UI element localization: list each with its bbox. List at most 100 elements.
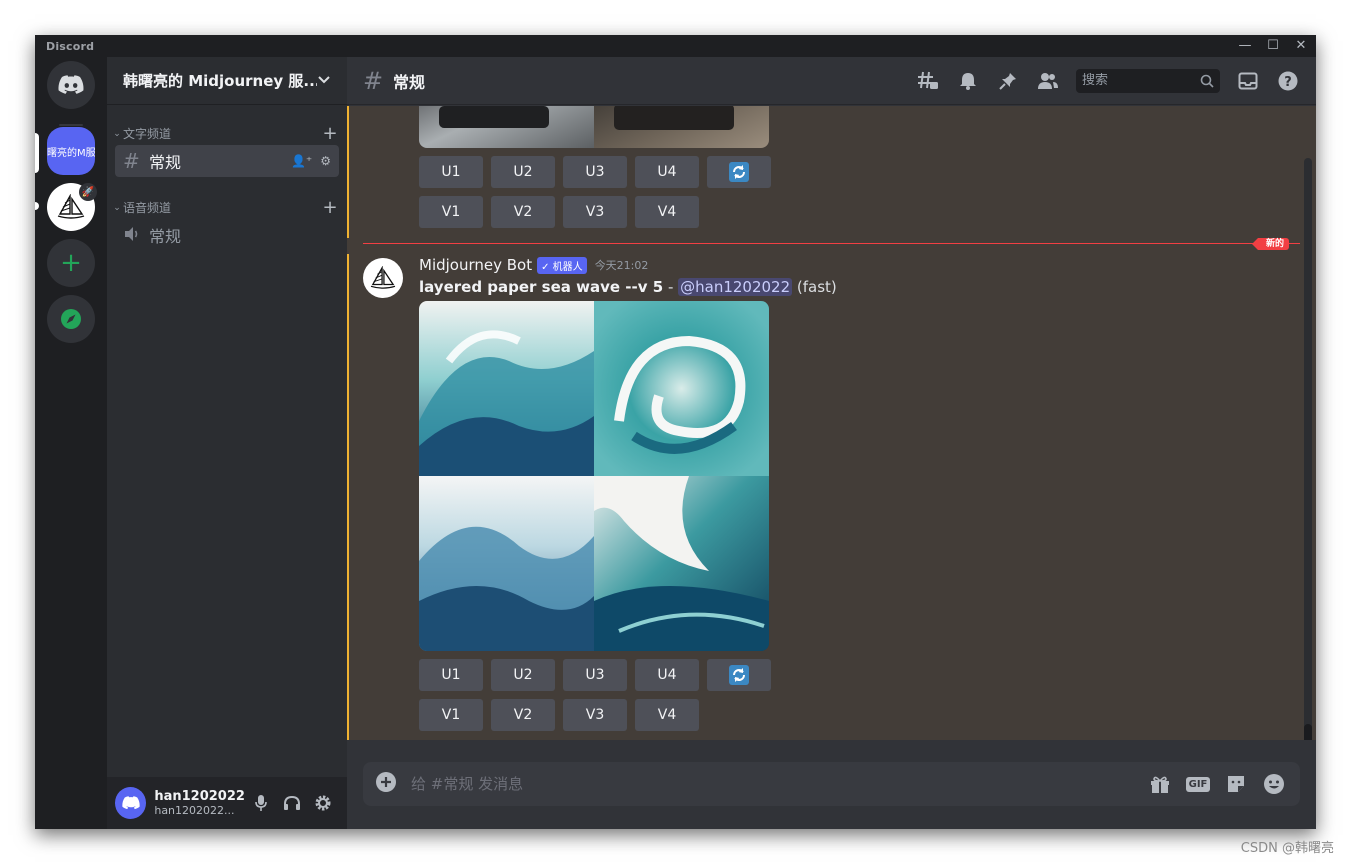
sticker-icon[interactable] bbox=[1222, 770, 1250, 798]
discord-logo-icon bbox=[58, 75, 84, 94]
upscale-button-1[interactable]: U1 bbox=[419, 156, 483, 188]
bell-icon[interactable] bbox=[956, 69, 980, 93]
explore-button[interactable] bbox=[47, 295, 95, 343]
chevron-down-icon bbox=[317, 74, 331, 88]
message-content: layered paper sea wave --v 5 - @han12020… bbox=[419, 278, 837, 296]
message-composer: GIF bbox=[363, 762, 1300, 806]
channel-voice-general[interactable]: 常规 bbox=[115, 219, 339, 251]
variation-button-4[interactable]: V4 bbox=[635, 196, 699, 228]
user-info[interactable]: han1202022 han1202022... bbox=[154, 789, 245, 817]
message-timestamp: 今天21:02 bbox=[594, 259, 649, 272]
upscale-button-1[interactable]: U1 bbox=[419, 659, 483, 691]
home-button[interactable] bbox=[47, 61, 95, 109]
avatar[interactable] bbox=[115, 787, 147, 819]
refresh-icon bbox=[729, 665, 749, 685]
scroll-track[interactable] bbox=[1304, 158, 1312, 740]
add-channel-icon[interactable]: + bbox=[321, 123, 339, 144]
user-mention[interactable]: @han1202022 bbox=[678, 278, 793, 296]
app-title: Discord bbox=[46, 40, 95, 53]
message-author[interactable]: Midjourney Bot bbox=[419, 256, 532, 274]
compass-icon bbox=[61, 309, 81, 329]
channel-label: 常规 bbox=[149, 227, 182, 246]
rail-separator bbox=[59, 124, 83, 126]
message-list: U1 U2 U3 U4 V1 V2 V3 V4 新的 Midjourney Bo… bbox=[347, 106, 1316, 740]
guild-header[interactable]: 韩曙亮的 Midjourney 服... bbox=[107, 57, 347, 105]
close-button[interactable]: ✕ bbox=[1288, 37, 1314, 55]
invite-member-icon[interactable]: 👤⁺ bbox=[291, 154, 312, 168]
watermark: CSDN @韩曙亮 bbox=[1240, 841, 1334, 856]
members-icon[interactable] bbox=[1036, 69, 1060, 93]
username: han1202022 bbox=[154, 789, 245, 804]
previous-image-grid[interactable] bbox=[419, 106, 769, 148]
category-voice[interactable]: ⌄ 语音频道 + bbox=[111, 197, 339, 218]
hash-icon: # bbox=[123, 149, 140, 173]
server-hanshuliang[interactable]: 曙亮的M服务 bbox=[47, 127, 95, 175]
gif-label: GIF bbox=[1185, 776, 1211, 792]
upscale-button-2[interactable]: U2 bbox=[491, 156, 555, 188]
discord-logo-icon bbox=[122, 796, 140, 810]
upscale-button-4[interactable]: U4 bbox=[635, 156, 699, 188]
new-messages-tag: 新的 bbox=[1251, 238, 1290, 250]
variation-button-1[interactable]: V1 bbox=[419, 699, 483, 731]
user-tag: han1202022... bbox=[154, 804, 235, 817]
maximize-button[interactable]: ☐ bbox=[1260, 37, 1286, 55]
variation-button-2[interactable]: V2 bbox=[491, 196, 555, 228]
category-label: 语音频道 bbox=[123, 201, 172, 215]
channel-text-general[interactable]: # 常规 👤⁺ ⚙ bbox=[115, 145, 339, 177]
server-abbr: 曙亮的M服务 bbox=[47, 147, 95, 159]
variation-button-2[interactable]: V2 bbox=[491, 699, 555, 731]
add-channel-icon[interactable]: + bbox=[321, 197, 339, 218]
help-icon[interactable]: ? bbox=[1276, 69, 1300, 93]
highlight-bar bbox=[347, 254, 349, 740]
server-midjourney[interactable]: 🚀 bbox=[47, 183, 97, 231]
bot-avatar[interactable] bbox=[363, 258, 403, 298]
new-messages-divider bbox=[363, 243, 1300, 244]
server-rail: 曙亮的M服务 🚀 + bbox=[35, 57, 107, 829]
prompt-text: layered paper sea wave --v 5 bbox=[419, 278, 664, 296]
generated-image-grid[interactable] bbox=[419, 301, 769, 651]
upscale-button-4[interactable]: U4 bbox=[635, 659, 699, 691]
upscale-button-3[interactable]: U3 bbox=[563, 156, 627, 188]
minimize-button[interactable]: — bbox=[1232, 37, 1258, 55]
variation-button-4[interactable]: V4 bbox=[635, 699, 699, 731]
pin-icon[interactable] bbox=[996, 69, 1020, 93]
channel-sidebar: 韩曙亮的 Midjourney 服... ⌄ 文字频道 + # 常规 👤⁺ ⚙ … bbox=[107, 57, 347, 829]
hash-icon: # bbox=[363, 66, 384, 95]
selected-indicator bbox=[35, 133, 39, 173]
gear-icon[interactable]: ⚙ bbox=[320, 154, 331, 168]
inbox-icon[interactable] bbox=[1236, 69, 1260, 93]
scrollbar-thumb[interactable] bbox=[1304, 724, 1312, 740]
refresh-icon bbox=[729, 162, 749, 182]
category-label: 文字频道 bbox=[123, 127, 172, 141]
variation-button-3[interactable]: V3 bbox=[563, 699, 627, 731]
chevron-down-icon: ⌄ bbox=[113, 128, 121, 139]
search-box[interactable] bbox=[1076, 68, 1220, 93]
upscale-button-3[interactable]: U3 bbox=[563, 659, 627, 691]
headphones-icon[interactable] bbox=[276, 787, 307, 819]
message-input[interactable] bbox=[411, 775, 1136, 793]
gif-button[interactable]: GIF bbox=[1184, 770, 1212, 798]
add-server-button[interactable]: + bbox=[47, 239, 95, 287]
gift-icon[interactable] bbox=[1146, 770, 1174, 798]
category-text[interactable]: ⌄ 文字频道 + bbox=[111, 123, 339, 144]
search-icon bbox=[1200, 74, 1214, 88]
attach-plus-icon[interactable] bbox=[375, 771, 397, 797]
variation-button-3[interactable]: V3 bbox=[563, 196, 627, 228]
guild-name: 韩曙亮的 Midjourney 服... bbox=[123, 72, 317, 90]
bot-badge: ✓ 机器人 bbox=[537, 256, 587, 274]
reroll-button[interactable] bbox=[707, 659, 771, 691]
channel-label: 常规 bbox=[149, 153, 182, 172]
chevron-down-icon: ⌄ bbox=[113, 202, 121, 213]
svg-text:?: ? bbox=[1284, 75, 1292, 90]
search-input[interactable] bbox=[1082, 73, 1200, 88]
settings-gear-icon[interactable] bbox=[308, 787, 339, 819]
reroll-button[interactable] bbox=[707, 156, 771, 188]
mode-text: (fast) bbox=[792, 278, 837, 296]
emoji-icon[interactable] bbox=[1260, 770, 1288, 798]
microphone-icon[interactable] bbox=[245, 787, 276, 819]
threads-icon[interactable] bbox=[916, 69, 940, 93]
message-header: Midjourney Bot ✓ 机器人 今天21:02 bbox=[419, 256, 648, 274]
variation-button-1[interactable]: V1 bbox=[419, 196, 483, 228]
channel-header: # 常规 ? bbox=[347, 57, 1316, 105]
upscale-button-2[interactable]: U2 bbox=[491, 659, 555, 691]
